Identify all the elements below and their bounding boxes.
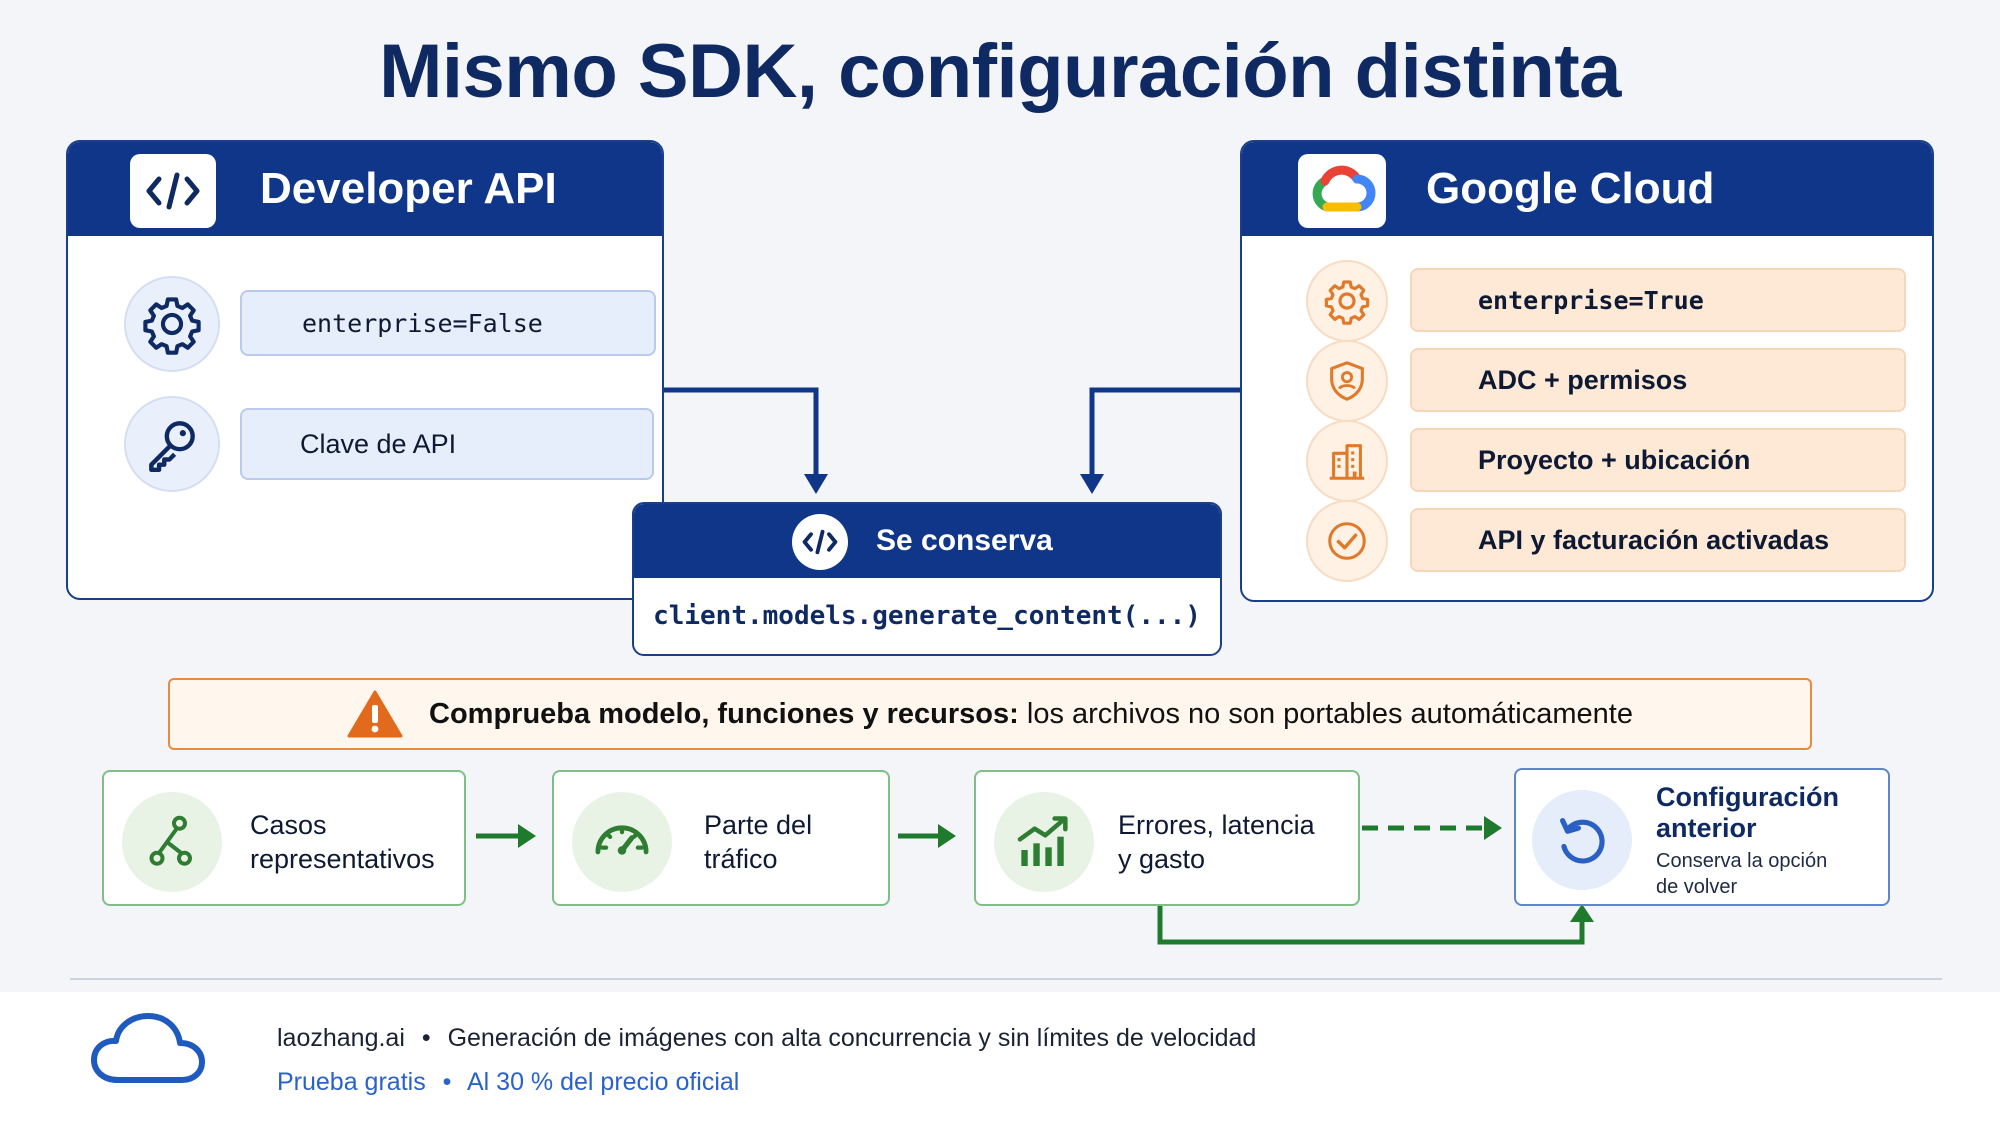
adc-permissions-field: ADC + permisos	[1410, 348, 1906, 412]
step-1-line2: representativos	[250, 844, 435, 874]
code-icon	[130, 154, 216, 228]
shield-user-icon	[1306, 340, 1388, 422]
gauge-icon	[572, 792, 672, 892]
step-3-line1: Errores, latencia	[1118, 810, 1315, 840]
gear-icon	[124, 276, 220, 372]
google-cloud-header: Google Cloud	[1242, 142, 1932, 236]
generate-content-code: client.models.generate_content(...)	[653, 601, 1201, 631]
warning-bold-text: Comprueba modelo, funciones y recursos:	[429, 697, 1019, 730]
preserved-code-box: Se conserva client.models.generate_conte…	[632, 502, 1222, 656]
google-cloud-logo	[1298, 154, 1386, 228]
developer-api-title: Developer API	[260, 164, 557, 213]
previous-config-box: Configuración anterior Conserva la opció…	[1514, 768, 1890, 906]
step-errors-latency-cost: Errores, latencia y gasto	[974, 770, 1360, 906]
step-2-line1: Parte del	[704, 810, 813, 840]
cloud-icon	[90, 1012, 206, 1091]
free-trial-link[interactable]: Prueba gratis	[277, 1068, 426, 1096]
footer-tagline: Generación de imágenes con alta concurre…	[447, 1024, 1257, 1052]
warning-banner: Comprueba modelo, funciones y recursos: …	[168, 678, 1812, 750]
step-traffic-share: Parte del tráfico	[552, 770, 890, 906]
step-1-line1: Casos	[250, 810, 327, 840]
previous-title-line2: anterior	[1656, 813, 1757, 843]
check-circle-icon	[1306, 500, 1388, 582]
developer-api-header: Developer API	[68, 142, 662, 236]
step-3-line2: y gasto	[1118, 844, 1206, 874]
developer-api-panel: Developer API enterprise=False Clave de …	[66, 140, 664, 600]
enterprise-false-field: enterprise=False	[240, 290, 656, 356]
api-key-field: Clave de API	[240, 408, 654, 480]
gear-icon	[1306, 260, 1388, 342]
loop-arrow	[1157, 906, 1585, 945]
footer: laozhang.ai • Generación de imágenes con…	[0, 992, 2000, 1125]
left-connector-arrowhead	[804, 474, 828, 494]
step-representative-cases: Casos representativos	[102, 770, 466, 906]
footer-separator-2: •	[442, 1068, 452, 1096]
chart-up-icon	[994, 792, 1094, 892]
warning-icon	[347, 689, 403, 739]
code-icon	[792, 514, 848, 570]
pricing-link[interactable]: Al 30 % del precio oficial	[467, 1068, 739, 1096]
preserved-header: Se conserva	[634, 504, 1220, 578]
previous-sub-line1: Conserva la opción	[1656, 850, 1828, 872]
footer-separator-1: •	[421, 1024, 431, 1052]
footer-divider	[70, 978, 1942, 980]
step-2-line2: tráfico	[704, 844, 778, 874]
branch-icon	[122, 792, 222, 892]
building-icon	[1306, 420, 1388, 502]
google-cloud-panel: Google Cloud enterprise=True ADC + permi…	[1240, 140, 1934, 602]
right-connector-arrowhead	[1080, 474, 1104, 494]
preserved-title: Se conserva	[876, 524, 1053, 557]
key-icon	[124, 396, 220, 492]
google-cloud-title: Google Cloud	[1426, 164, 1715, 213]
project-location-field: Proyecto + ubicación	[1410, 428, 1906, 492]
previous-sub-line2: de volver	[1656, 876, 1738, 898]
api-billing-field: API y facturación activadas	[1410, 508, 1906, 572]
footer-brand[interactable]: laozhang.ai	[277, 1024, 405, 1052]
previous-title-line1: Configuración	[1656, 782, 1839, 812]
enterprise-true-field: enterprise=True	[1410, 268, 1906, 332]
left-connector-arrow	[664, 387, 819, 482]
right-connector-arrow	[1089, 387, 1240, 482]
undo-icon	[1532, 790, 1632, 890]
warning-rest-text: los archivos no son portables automática…	[1018, 697, 1633, 730]
